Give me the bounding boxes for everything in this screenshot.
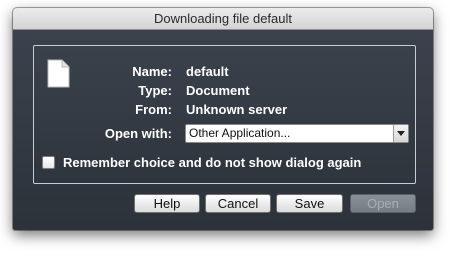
- open-button[interactable]: Open: [350, 194, 416, 213]
- open-with-select[interactable]: Other Application...: [185, 124, 409, 143]
- from-label: From:: [135, 102, 172, 117]
- dropdown-arrow-icon[interactable]: [393, 125, 408, 142]
- from-value: Unknown server: [186, 102, 288, 117]
- open-with-label: Open with:: [104, 126, 172, 141]
- type-label: Type:: [138, 83, 172, 98]
- help-button[interactable]: Help: [134, 194, 200, 213]
- file-details-panel: Name: default Type: Document From: Unkno…: [33, 45, 416, 184]
- name-label: Name:: [132, 64, 172, 79]
- remember-checkbox[interactable]: [42, 156, 55, 169]
- download-dialog: Downloading file default Name: default T…: [13, 8, 433, 230]
- save-button[interactable]: Save: [276, 194, 343, 213]
- remember-checkbox-label[interactable]: Remember choice and do not show dialog a…: [63, 155, 361, 170]
- type-value: Document: [186, 83, 250, 98]
- cancel-button[interactable]: Cancel: [205, 194, 271, 213]
- dialog-title: Downloading file default: [13, 8, 433, 30]
- name-value: default: [186, 64, 229, 79]
- open-with-value: Other Application...: [189, 126, 291, 140]
